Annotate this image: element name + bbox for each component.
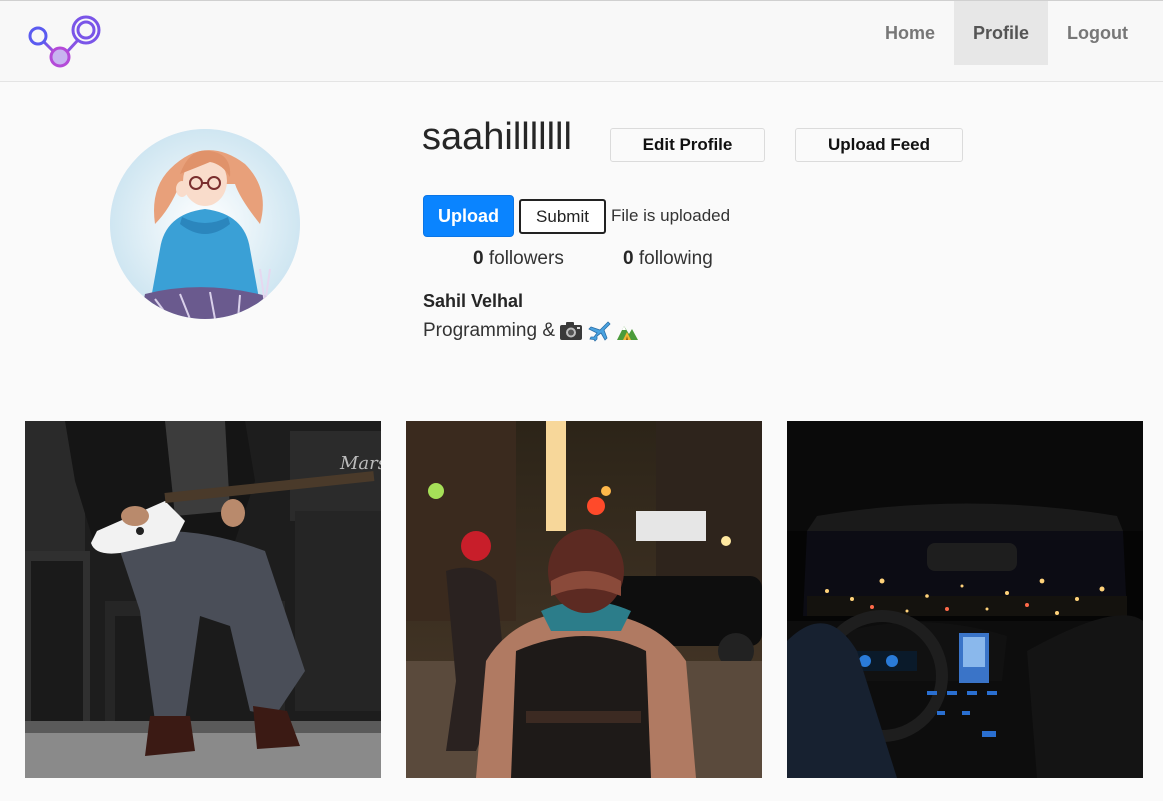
- following-stat[interactable]: 0 following: [623, 247, 713, 271]
- nav-logout-link[interactable]: Logout: [1048, 1, 1147, 65]
- svg-text:Mars: Mars: [339, 453, 381, 474]
- upload-feed-button[interactable]: Upload Feed: [795, 128, 963, 162]
- feed-post-street[interactable]: [406, 421, 762, 778]
- profile-bio: Programming &: [423, 318, 639, 344]
- camera-icon: [559, 320, 583, 342]
- feed-post-car-night[interactable]: [787, 421, 1143, 778]
- followers-stat[interactable]: 0 followers: [473, 247, 564, 271]
- profile-avatar[interactable]: [110, 129, 300, 319]
- following-label: following: [638, 248, 713, 269]
- upload-status-text: File is uploaded: [611, 206, 731, 225]
- profile-full-name: Sahil Velhal: [423, 291, 524, 311]
- profile-username: saahilllllll: [422, 116, 572, 158]
- upload-button[interactable]: Upload: [423, 195, 514, 237]
- feed-post-guitar[interactable]: Mars: [25, 421, 381, 778]
- edit-profile-button[interactable]: Edit Profile: [610, 128, 765, 162]
- nav-profile-link[interactable]: Profile: [954, 1, 1049, 65]
- followers-label: followers: [488, 248, 564, 269]
- nav-home-link[interactable]: Home: [866, 1, 954, 65]
- submit-button[interactable]: Submit: [519, 199, 606, 234]
- navbar: Home Profile Logout: [0, 0, 1163, 82]
- camping-icon: [615, 320, 639, 342]
- car-night-photo-icon: [787, 421, 1143, 778]
- nav-links: Home Profile Logout: [866, 1, 1147, 65]
- following-count: 0: [623, 248, 634, 269]
- airplane-icon: [587, 320, 611, 342]
- followers-count: 0: [473, 248, 484, 269]
- bio-text: Programming &: [423, 320, 555, 341]
- app-logo-icon[interactable]: [26, 13, 106, 71]
- street-photo-icon: [406, 421, 762, 778]
- guitar-photo-icon: Mars: [25, 421, 381, 778]
